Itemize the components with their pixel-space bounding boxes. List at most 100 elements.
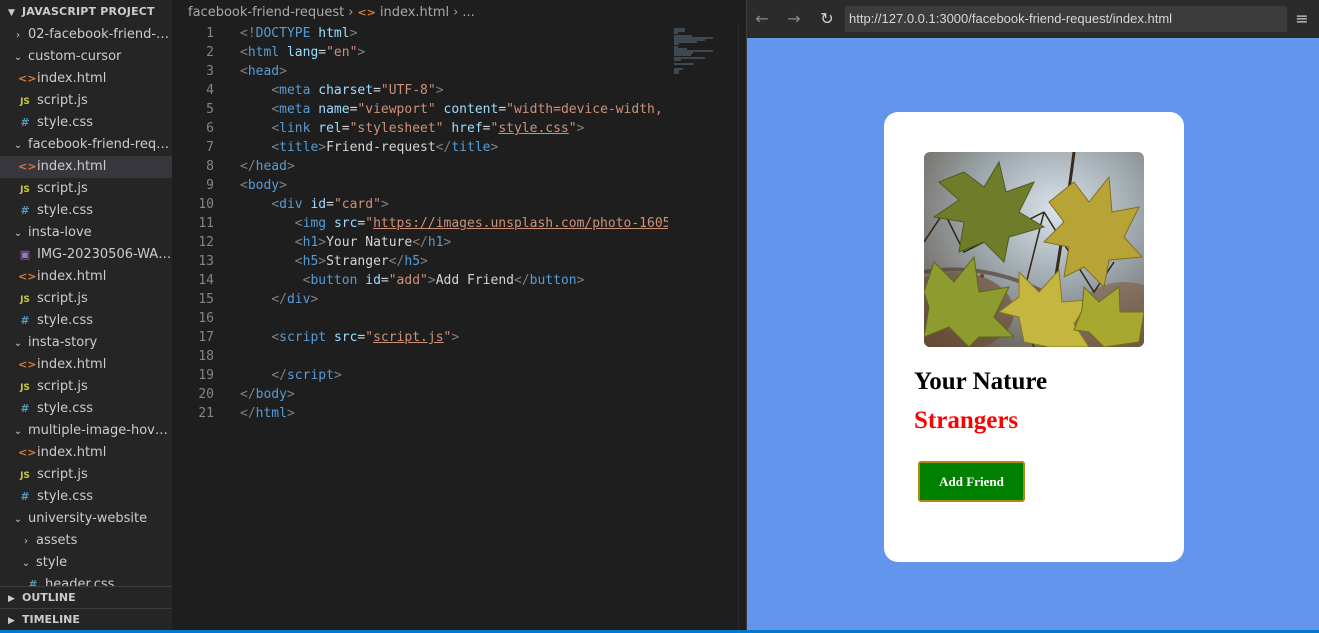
code-line[interactable]: 10 <div id="card"> — [172, 195, 668, 214]
file-item[interactable]: JS script.js — [0, 90, 172, 112]
file-item[interactable]: <>index.html — [0, 266, 172, 288]
line-number: 19 — [198, 368, 214, 383]
code-area[interactable]: 1 <!DOCTYPE html> 2 <html lang="en"> 3 <head>… — [172, 24, 668, 633]
file-item[interactable]: <>index.html — [0, 68, 172, 90]
code-line[interactable]: 14 <button id="add">Add Friend</button> — [172, 271, 668, 290]
code-token: body — [255, 387, 287, 402]
file-item[interactable]: <>index.html — [0, 354, 172, 376]
back-icon[interactable]: ← — [751, 8, 773, 30]
browser-preview: ← → ↻ http://127.0.0.1:3000/facebook-fri… — [746, 0, 1319, 633]
forward-icon[interactable]: → — [783, 8, 805, 30]
tree-item-label: style — [36, 555, 68, 570]
code-token: > — [357, 45, 366, 60]
code-token: > — [451, 330, 460, 345]
code-line[interactable]: 18 — [172, 347, 668, 366]
code-token: head — [247, 64, 280, 79]
minimap[interactable] — [668, 24, 738, 633]
folder-item[interactable]: ⌄ custom-cursor — [0, 46, 172, 68]
folder-item[interactable]: ⌄ facebook-friend-requ... — [0, 134, 172, 156]
image-file-icon: ▣ — [19, 248, 31, 261]
code-token: script.js — [373, 330, 444, 345]
folder-item[interactable]: ⌄ university-website — [0, 508, 172, 530]
timeline-section[interactable]: ▶ TIMELINE — [0, 608, 172, 631]
folder-item[interactable]: ⌄ insta-story — [0, 332, 172, 354]
folder-item[interactable]: ⌄ insta-love — [0, 222, 172, 244]
code-token: h1 — [427, 235, 444, 250]
code-line[interactable]: 4 <meta charset="UTF-8"> — [172, 81, 668, 100]
code-token: = — [373, 83, 381, 98]
js-file-icon: JS — [20, 185, 30, 195]
code-token: > — [427, 273, 436, 288]
code-token: Add Friend — [435, 273, 514, 288]
code-token: > — [279, 64, 287, 79]
code-line[interactable]: 15 </div> — [172, 290, 668, 309]
code-token: link — [279, 121, 311, 136]
add-friend-button[interactable]: Add Friend — [918, 461, 1025, 502]
code-token: </ — [240, 406, 256, 421]
file-item[interactable]: # style.css — [0, 310, 172, 332]
code-line[interactable]: 12 <h1>Your Nature</h1> — [172, 233, 668, 252]
code-line[interactable]: 16 — [172, 309, 668, 328]
code-token: h5 — [302, 254, 319, 269]
code-token: > — [576, 273, 585, 288]
code-token: < — [271, 83, 280, 98]
folder-item[interactable]: › 02-facebook-friend-r... — [0, 24, 172, 46]
line-number: 5 — [206, 102, 214, 117]
code-line[interactable]: 6 <link rel="stylesheet" href="style.css… — [172, 119, 668, 138]
reload-icon[interactable]: ↻ — [816, 8, 838, 30]
card-image — [924, 152, 1144, 347]
file-item[interactable]: # style.css — [0, 486, 172, 508]
code-token: > — [380, 197, 389, 212]
code-token: "stylesheet" — [349, 121, 444, 136]
js-file-icon: JS — [20, 97, 30, 107]
js-file-icon: JS — [20, 471, 30, 481]
code-line[interactable]: 11 <img src="https://images.unsplash.com… — [172, 214, 668, 233]
file-item[interactable]: # header.css — [0, 574, 172, 586]
chevron-right-icon: › — [348, 5, 354, 20]
folder-item[interactable]: ⌄ style — [0, 552, 172, 574]
breadcrumb-file[interactable]: index.html — [380, 5, 449, 20]
code-line[interactable]: 8 </head> — [172, 157, 668, 176]
code-token: </ — [388, 254, 405, 269]
line-number: 12 — [198, 235, 214, 250]
code-line[interactable]: 19 </script> — [172, 366, 668, 385]
chevron-right-icon: › — [16, 30, 20, 41]
code-token: < — [271, 102, 280, 117]
line-number: 8 — [206, 159, 214, 174]
breadcrumb-folder[interactable]: facebook-friend-request — [188, 5, 344, 20]
code-line[interactable]: 21 </html> — [172, 404, 668, 423]
line-number: 2 — [206, 45, 214, 60]
code-line[interactable]: 2 <html lang="en"> — [172, 43, 668, 62]
file-item[interactable]: # style.css — [0, 112, 172, 134]
line-number: 10 — [198, 197, 214, 212]
file-item[interactable]: <>index.html — [0, 442, 172, 464]
explorer-header[interactable]: ▼ JAVASCRIPT PROJECT — [0, 0, 172, 24]
file-item[interactable]: JS script.js — [0, 178, 172, 200]
address-bar[interactable]: http://127.0.0.1:3000/facebook-friend-re… — [845, 6, 1287, 32]
code-line[interactable]: 1 <!DOCTYPE html> — [172, 24, 668, 43]
file-item[interactable]: JS script.js — [0, 464, 172, 486]
folder-item[interactable]: ⌄ multiple-image-hover... — [0, 420, 172, 442]
code-line[interactable]: 7 <title>Friend-request</title> — [172, 138, 668, 157]
menu-icon[interactable]: ≡ — [1292, 8, 1312, 30]
breadcrumb-more[interactable]: ... — [462, 5, 474, 20]
code-line[interactable]: 17 <script src="script.js"> — [172, 328, 668, 347]
folder-item[interactable]: › assets — [0, 530, 172, 552]
file-item[interactable]: JS script.js — [0, 376, 172, 398]
code-line[interactable]: 13 <h5>Stranger</h5> — [172, 252, 668, 271]
outline-section[interactable]: ▶ OUTLINE — [0, 586, 172, 609]
code-line[interactable]: 5 <meta name="viewport" content="width=d… — [172, 100, 668, 119]
file-item[interactable]: ▣ IMG-20230506-WA0... — [0, 244, 172, 266]
file-item[interactable]: <>index.html — [0, 156, 172, 178]
file-item[interactable]: # style.css — [0, 398, 172, 420]
file-item[interactable]: # style.css — [0, 200, 172, 222]
code-line[interactable]: 3 <head> — [172, 62, 668, 81]
maple-leaves-photo — [924, 152, 1144, 347]
file-item[interactable]: JS script.js — [0, 288, 172, 310]
code-token: content — [443, 102, 499, 117]
code-line[interactable]: 9 <body> — [172, 176, 668, 195]
code-line[interactable]: 20 </body> — [172, 385, 668, 404]
code-token: > — [286, 159, 295, 174]
